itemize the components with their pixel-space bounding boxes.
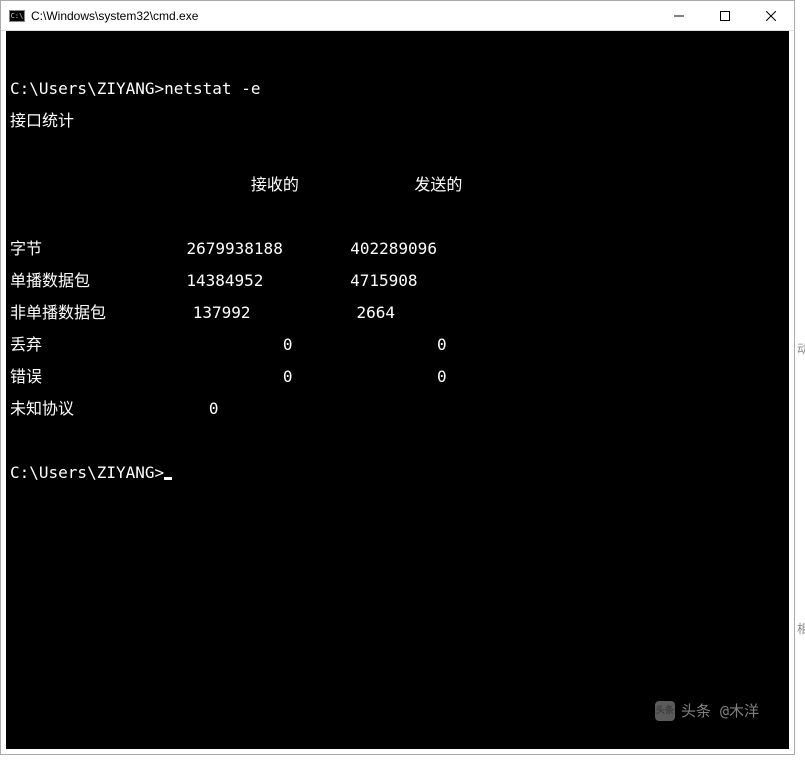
terminal-prompt-line: C:\Users\ZIYANG> [10,465,789,481]
close-icon [766,11,776,21]
titlebar[interactable]: C:\ C:\Windows\system32\cmd.exe [1,1,794,31]
cropped-edge: 相 [797,620,805,640]
terminal-line [10,209,789,225]
row-unicast: 单播数据包 14384952 4715908 [10,273,789,289]
cropped-edge: 动 [797,340,805,360]
prompt-path: C:\Users\ZIYANG> [10,79,164,98]
row-nonunicast: 非单播数据包 137992 2664 [10,305,789,321]
terminal-line [10,49,789,65]
maximize-icon [720,11,730,21]
cmd-icon: C:\ [9,10,25,22]
minimize-button[interactable] [656,1,702,31]
watermark-logo-icon: 头条 [655,701,675,721]
terminal-prompt-line: C:\Users\ZIYANG>netstat -e [10,81,789,97]
output-header: 接口统计 [10,113,789,129]
window-controls [656,1,794,30]
row-bytes: 字节 2679938188 402289096 [10,241,789,257]
terminal-line [10,145,789,161]
maximize-button[interactable] [702,1,748,31]
row-unknown: 未知协议 0 [10,401,789,417]
watermark-text: 头条 @木洋 [681,703,759,719]
command-text: netstat -e [164,79,260,98]
row-discard: 丢弃 0 0 [10,337,789,353]
window-title: C:\Windows\system32\cmd.exe [31,9,656,23]
cursor [164,477,172,480]
column-header: 接收的 发送的 [10,177,789,193]
terminal-area[interactable]: C:\Users\ZIYANG>netstat -e 接口统计 接收的 发送的 … [1,31,794,754]
close-button[interactable] [748,1,794,31]
row-error: 错误 0 0 [10,369,789,385]
terminal-line [10,433,789,449]
cmd-window: C:\ C:\Windows\system32\cmd.exe C:\Users… [0,0,795,755]
watermark: 头条 头条 @木洋 [655,701,759,721]
prompt-path: C:\Users\ZIYANG> [10,463,164,482]
minimize-icon [674,11,684,21]
